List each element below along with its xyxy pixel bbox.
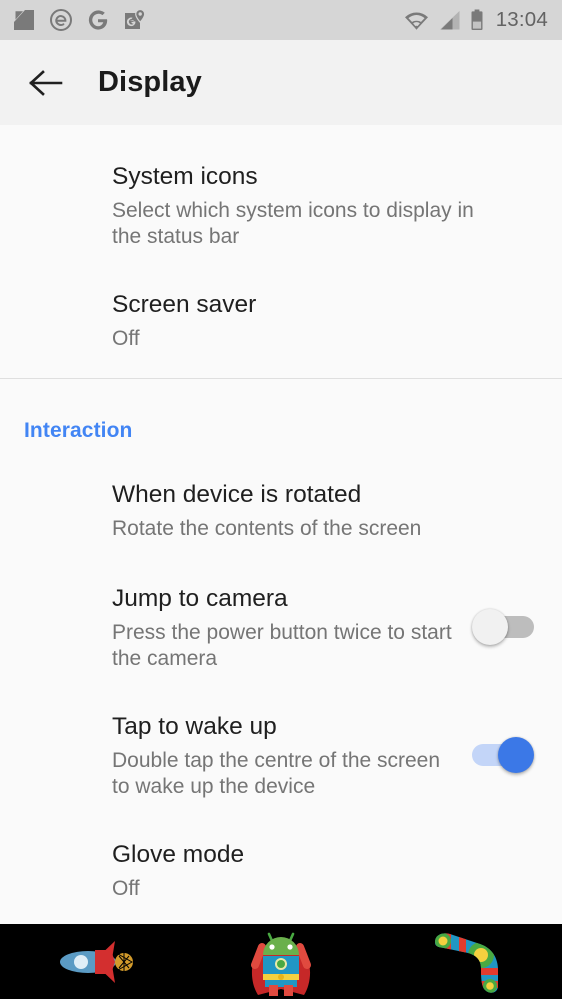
wifi-icon xyxy=(404,12,428,30)
toggle-jump-to-camera[interactable] xyxy=(472,609,534,646)
cellular-signal-icon xyxy=(439,10,460,29)
setting-row-glove-mode[interactable]: Glove mode Off xyxy=(0,819,562,902)
page-title: Display xyxy=(98,66,202,98)
google-maps-icon xyxy=(125,8,146,29)
status-bar: 13:04 xyxy=(0,0,562,40)
setting-row-jump-to-camera[interactable]: Jump to camera Press the power button tw… xyxy=(0,563,562,691)
toggle-knob xyxy=(472,609,508,646)
back-arrow-icon xyxy=(29,69,63,96)
boomerang-recents-icon xyxy=(434,932,498,993)
setting-title: Glove mode xyxy=(112,841,245,869)
setting-subtitle: Off xyxy=(112,327,140,351)
section-header-interaction: Interaction xyxy=(24,418,133,442)
setting-title: Jump to camera xyxy=(112,585,288,613)
nav-recents-button[interactable] xyxy=(375,924,562,999)
edge-browser-icon xyxy=(50,9,72,31)
navigation-bar xyxy=(0,924,562,999)
setting-row-when-device-is-rotated[interactable]: When device is rotated Rotate the conten… xyxy=(0,469,562,564)
rocket-back-icon xyxy=(59,940,133,983)
setting-title: When device is rotated xyxy=(112,480,362,508)
setting-row-tap-to-wake-up[interactable]: Tap to wake up Double tap the centre of … xyxy=(0,691,562,819)
setting-row-screen-saver[interactable]: Screen saver Off xyxy=(0,265,562,378)
phone-screen: 13:04 Display System icons Select which … xyxy=(0,0,562,999)
setting-subtitle: Double tap the centre of the screen to w… xyxy=(112,749,441,798)
setting-title: Tap to wake up xyxy=(112,713,277,741)
setting-row-system-icons[interactable]: System icons Select which system icons t… xyxy=(0,125,562,265)
setting-subtitle: Select which system icons to display in … xyxy=(112,198,474,248)
settings-list[interactable]: System icons Select which system icons t… xyxy=(0,125,562,924)
back-button[interactable] xyxy=(14,51,78,115)
setting-title: System icons xyxy=(112,163,258,190)
screenshot-icon xyxy=(14,10,34,30)
nav-home-button[interactable] xyxy=(187,924,375,999)
setting-title: Screen saver xyxy=(112,291,257,319)
setting-subtitle: Press the power button twice to start th… xyxy=(112,621,452,670)
battery-icon xyxy=(471,9,483,30)
app-bar: Display xyxy=(0,40,562,131)
superhero-android-home-icon xyxy=(251,932,311,996)
google-icon xyxy=(88,10,108,30)
toggle-knob xyxy=(498,737,534,774)
status-bar-system-icons: 13:04 xyxy=(404,8,548,32)
status-bar-clock: 13:04 xyxy=(495,8,548,31)
status-bar-notification-icons xyxy=(12,8,147,32)
toggle-tap-to-wake-up[interactable] xyxy=(472,737,534,774)
setting-subtitle: Off xyxy=(112,877,140,901)
nav-back-button[interactable] xyxy=(0,924,187,999)
setting-subtitle: Rotate the contents of the screen xyxy=(112,516,422,540)
